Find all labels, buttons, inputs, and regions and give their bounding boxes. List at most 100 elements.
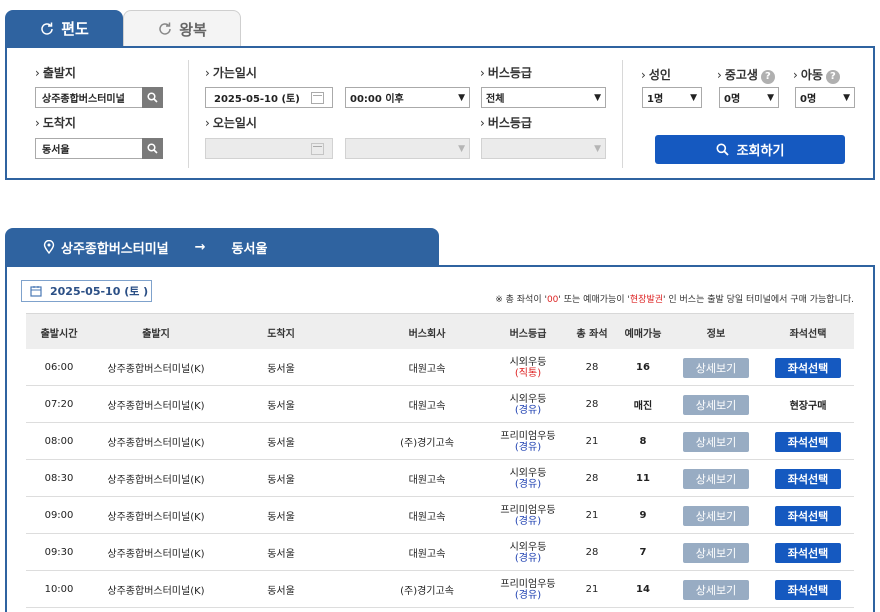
- search-panel: › 출발지 상주종합버스터미널 › 도착지 동서울 › 가는일시 2025-05-10…: [5, 46, 875, 180]
- help-icon[interactable]: ?: [760, 70, 775, 84]
- cell-from: 상주종합버스터미널(K): [107, 438, 205, 449]
- detail-button[interactable]: 상세보기: [683, 505, 749, 526]
- departure-input[interactable]: 상주종합버스터미널: [35, 87, 145, 108]
- refresh-icon: [41, 22, 53, 35]
- cell-available: 9: [639, 510, 647, 521]
- cell-available: 매진: [633, 401, 653, 412]
- cell-time: 09:30: [44, 547, 74, 558]
- col-header: 출발시간: [40, 328, 78, 340]
- route-from: 상주종합버스터미널: [61, 241, 169, 257]
- seat-select-button[interactable]: 좌석선택: [775, 579, 841, 600]
- cell-time: 07:20: [44, 399, 74, 410]
- cell-grade: 시외우등 (직통): [509, 356, 547, 379]
- detail-button[interactable]: 상세보기: [683, 431, 749, 452]
- calendar-icon: [30, 286, 42, 297]
- cell-seat-select: 좌석선택: [766, 534, 850, 571]
- detail-button[interactable]: 상세보기: [683, 468, 749, 489]
- cell-info: 상세보기: [674, 386, 758, 423]
- detail-button[interactable]: 상세보기: [683, 542, 749, 563]
- cell-info: 상세보기: [674, 534, 758, 571]
- cell-seats: 21: [585, 436, 599, 447]
- bus-grade2-select[interactable]: ▼: [481, 138, 606, 159]
- col-header: 도착지: [267, 328, 295, 340]
- seat-select-button[interactable]: 좌석선택: [775, 431, 841, 452]
- go-date-label: › 가는일시: [205, 66, 257, 80]
- detail-button[interactable]: 상세보기: [683, 579, 749, 600]
- divider: [188, 60, 189, 168]
- cell-to: 동서울: [267, 475, 295, 486]
- tab-round-trip[interactable]: 왕복: [123, 10, 241, 47]
- return-date-input[interactable]: [205, 138, 333, 159]
- chevron-down-icon: ▼: [594, 143, 601, 154]
- bus-grade-label: › 버스등급: [480, 66, 532, 80]
- chevron-down-icon: ▼: [458, 143, 465, 154]
- cell-time: 06:00: [44, 362, 74, 373]
- return-date-label: › 오는일시: [205, 116, 257, 130]
- help-icon[interactable]: ?: [825, 70, 840, 84]
- notice-text: ※ 총 좌석이 '00' 또는 예매가능이 '현장발권' 인 버스는 출발 당일…: [495, 295, 854, 305]
- route-header: 상주종합버스터미널 → 동서울: [5, 228, 439, 266]
- departure-label: › 출발지: [35, 66, 76, 80]
- tab-one-way[interactable]: 편도: [5, 10, 123, 47]
- bus-grade-select[interactable]: 전체 ▼: [481, 87, 606, 108]
- cell-seats: 21: [585, 510, 599, 521]
- cell-seats: 28: [585, 362, 599, 373]
- detail-button[interactable]: 상세보기: [683, 357, 749, 378]
- cell-from: 상주종합버스터미널(K): [107, 549, 205, 560]
- calendar-icon: [311, 91, 324, 104]
- search-icon: [147, 92, 158, 103]
- cell-grade: 시외우등 (경유): [509, 393, 547, 416]
- divider: [622, 60, 623, 168]
- table-row: 09:30 상주종합버스터미널(K) 동서울 대원고속 시외우등 (경유) 28 …: [26, 534, 854, 571]
- search-button[interactable]: 조회하기: [655, 135, 845, 164]
- cell-time: 08:00: [44, 436, 74, 447]
- table-row: 07:20 상주종합버스터미널(K) 동서울 대원고속 시외우등 (경유) 28 …: [26, 386, 854, 423]
- seat-select-button[interactable]: 좌석선택: [775, 468, 841, 489]
- cell-available: 11: [636, 473, 650, 484]
- adult-label: › 성인: [641, 68, 671, 82]
- seat-select-button[interactable]: 좌석선택: [775, 357, 841, 378]
- chevron-down-icon: ▼: [767, 92, 774, 103]
- col-header: 좌석선택: [789, 328, 827, 340]
- cell-grade: 프리미엄우등 (경유): [500, 504, 556, 527]
- detail-button[interactable]: 상세보기: [683, 394, 749, 415]
- cell-grade: 프리미엄우등 (경유): [500, 430, 556, 453]
- cell-from: 상주종합버스터미널(K): [107, 475, 205, 486]
- cell-time: 10:00: [44, 584, 74, 595]
- col-header: 총 좌석: [576, 328, 608, 340]
- cell-grade: 시외우등 (경유): [509, 541, 547, 564]
- cell-company: (주)경기고속: [400, 586, 454, 597]
- onsite-purchase-label: 현장구매: [789, 401, 827, 412]
- arrival-search-button[interactable]: [142, 138, 163, 159]
- cell-time: 08:30: [44, 473, 74, 484]
- cell-grade: 시외우등 (경유): [509, 467, 547, 490]
- cell-from: 상주종합버스터미널(K): [107, 364, 205, 375]
- cell-available: 7: [639, 547, 647, 558]
- table-row: 08:30 상주종합버스터미널(K) 동서울 대원고속 시외우등 (경유) 28 …: [26, 460, 854, 497]
- bus-grade2-label: › 버스등급: [480, 116, 532, 130]
- cell-from: 상주종합버스터미널(K): [107, 586, 205, 597]
- search-icon: [147, 143, 158, 154]
- arrival-input[interactable]: 동서울: [35, 138, 145, 159]
- cell-info: 상세보기: [674, 349, 758, 386]
- return-time-select[interactable]: ▼: [345, 138, 470, 159]
- cell-info: 상세보기: [674, 571, 758, 608]
- cell-to: 동서울: [267, 401, 295, 412]
- departure-search-button[interactable]: [142, 87, 163, 108]
- cell-company: 대원고속: [408, 401, 446, 412]
- location-pin-icon: [43, 240, 55, 254]
- adult-select[interactable]: 1명 ▼: [642, 87, 702, 108]
- child-select[interactable]: 0명 ▼: [795, 87, 855, 108]
- seat-select-button[interactable]: 좌석선택: [775, 542, 841, 563]
- date-chip[interactable]: 2025-05-10 (토 ): [21, 280, 152, 302]
- cell-company: 대원고속: [408, 364, 446, 375]
- go-date-input[interactable]: 2025-05-10 (토): [205, 87, 333, 108]
- student-select[interactable]: 0명 ▼: [719, 87, 779, 108]
- chevron-down-icon: ▼: [594, 92, 601, 103]
- cell-seats: 28: [585, 547, 599, 558]
- cell-grade: 프리미엄우등 (경유): [500, 578, 556, 601]
- table-row: 06:00 상주종합버스터미널(K) 동서울 대원고속 시외우등 (직통) 28 …: [26, 349, 854, 386]
- go-time-select[interactable]: 00:00 이후 ▼: [345, 87, 470, 108]
- seat-select-button[interactable]: 좌석선택: [775, 505, 841, 526]
- cell-seat-select: 좌석선택: [766, 423, 850, 460]
